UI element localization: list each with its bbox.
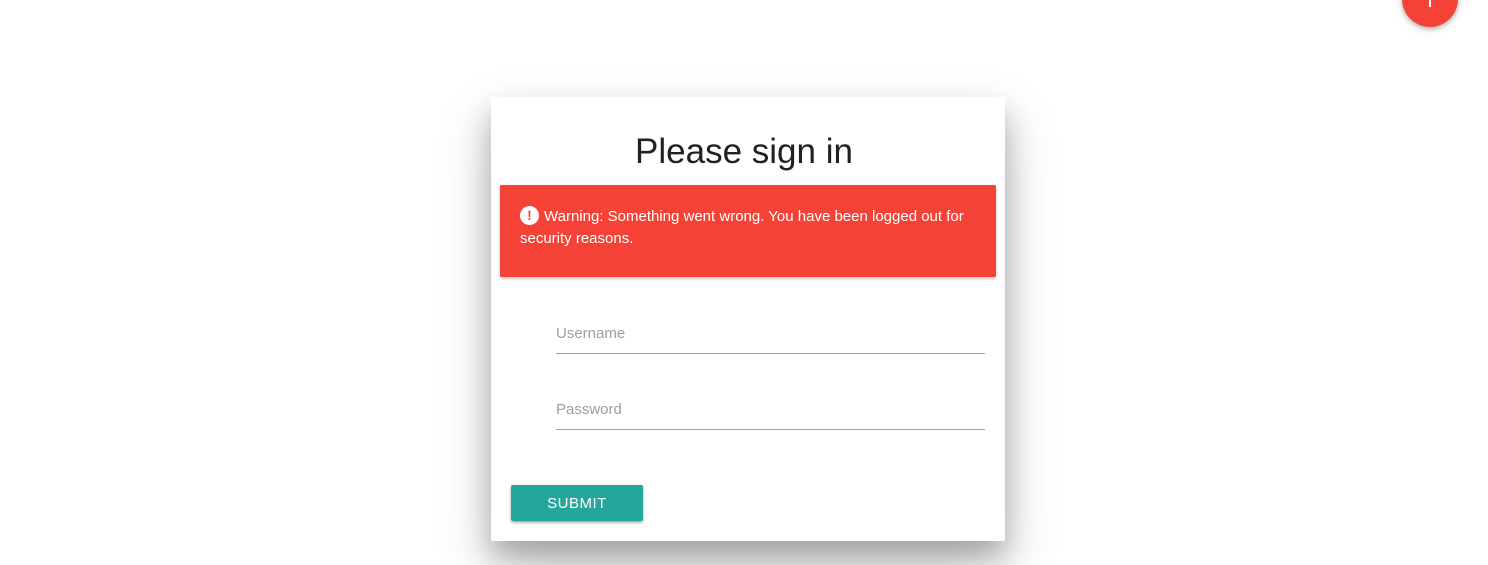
password-input[interactable]: [556, 390, 985, 428]
add-fab-button[interactable]: [1402, 0, 1458, 27]
page-title: Please sign in: [635, 132, 853, 171]
warning-alert: ! Warning: Something went wrong. You have…: [500, 185, 996, 277]
username-field-wrapper: [556, 314, 985, 354]
username-input[interactable]: [556, 314, 985, 352]
plus-icon: [1402, 0, 1458, 27]
alert-message: Warning: Something went wrong. You have …: [520, 208, 964, 247]
submit-button[interactable]: SUBMIT: [511, 485, 643, 521]
password-field-wrapper: [556, 390, 985, 430]
alert-circle-icon: !: [520, 206, 539, 225]
